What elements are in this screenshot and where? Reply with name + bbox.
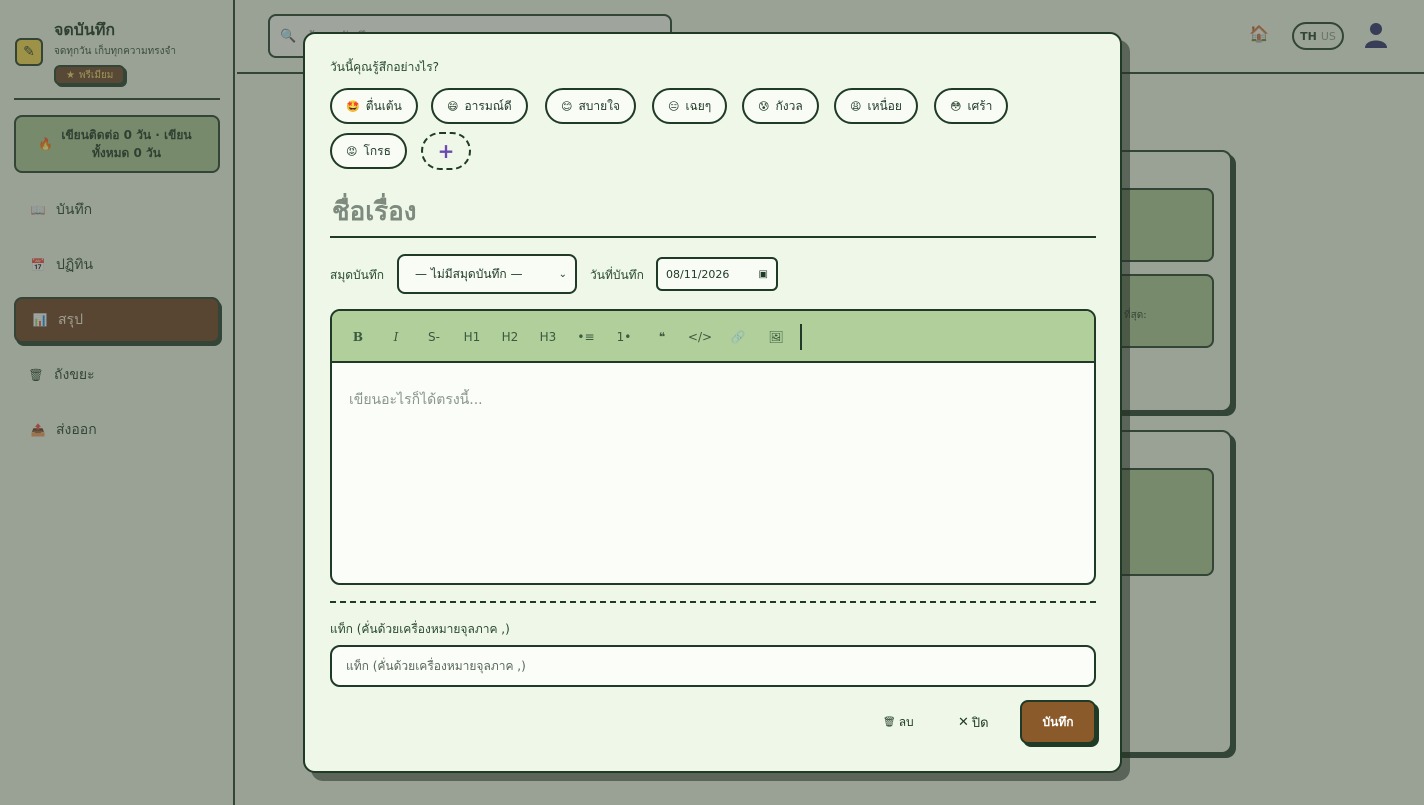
date-input[interactable]: 08/11/2026 ▣ xyxy=(656,257,778,291)
mood-tired-button[interactable]: 😩 เหนื่อย xyxy=(834,88,918,124)
mood-excited-button[interactable]: 🤩 ตื่นเต้น xyxy=(330,88,418,124)
mood-label: สบายใจ xyxy=(578,98,621,113)
angry-emoji-icon: 😡 xyxy=(346,144,358,158)
smile-emoji-icon: 😊 xyxy=(561,99,573,113)
delete-label: ลบ xyxy=(898,715,914,729)
mood-angry-button[interactable]: 😡 โกรธ xyxy=(330,133,407,169)
mood-label: กังวล xyxy=(775,98,803,113)
toolbar-divider xyxy=(800,324,802,350)
tags-input[interactable]: แท็ก (คั่นด้วยเครื่องหมายจุลภาค ,) xyxy=(330,645,1096,687)
notebook-select[interactable]: — ไม่มีสมุดบันทึก — ⌄ xyxy=(397,254,577,294)
mood-sad-button[interactable]: 😳 เศร้า xyxy=(934,88,1009,124)
editor-placeholder: เขียนอะไรก็ได้ตรงนี้... xyxy=(349,392,483,408)
code-button[interactable]: </> xyxy=(685,327,715,347)
tired-emoji-icon: 😩 xyxy=(850,99,862,113)
link-icon[interactable]: 🔗 xyxy=(723,327,753,347)
heading1-button[interactable]: H1 xyxy=(457,327,487,347)
title-input[interactable]: ชื่อเรื่อง xyxy=(330,186,1096,238)
chevron-down-icon: ⌄ xyxy=(558,268,567,280)
tags-label: แท็ก (คั่นด้วยเครื่องหมายจุลภาค ,) xyxy=(330,622,510,636)
neutral-emoji-icon: 😑 xyxy=(668,99,680,113)
sad-emoji-icon: 😳 xyxy=(950,99,962,113)
calendar-picker-icon[interactable]: ▣ xyxy=(759,269,768,280)
grin-emoji-icon: 😄 xyxy=(447,99,459,113)
mood-label: ตื่นเต้น xyxy=(365,98,402,113)
strikethrough-button[interactable]: S- xyxy=(419,327,449,347)
mood-neutral-button[interactable]: 😑 เฉยๆ xyxy=(652,88,728,124)
add-mood-button[interactable]: + xyxy=(421,132,471,170)
heading3-button[interactable]: H3 xyxy=(533,327,563,347)
close-button[interactable]: ✕ ปิด xyxy=(958,712,989,733)
italic-button[interactable]: I xyxy=(381,327,411,347)
star-eyes-emoji-icon: 🤩 xyxy=(346,99,360,113)
tags-placeholder: แท็ก (คั่นด้วยเครื่องหมายจุลภาค ,) xyxy=(346,658,526,673)
bold-button[interactable]: B xyxy=(343,327,373,347)
mood-label: เศร้า xyxy=(967,98,993,113)
mood-happy-button[interactable]: 😄 อารมณ์ดี xyxy=(431,88,528,124)
mood-label: โกรธ xyxy=(363,143,391,158)
date-value: 08/11/2026 xyxy=(666,267,730,281)
editor-toolbar: B I S- H1 H2 H3 •≡ 1• ❝ </> 🔗 🖼 xyxy=(332,311,1094,363)
mood-anxious-button[interactable]: 😰 กังวล xyxy=(742,88,819,124)
image-icon[interactable]: 🖼 xyxy=(761,327,791,347)
notebook-label: สมุดบันทึก xyxy=(330,268,385,282)
trash-icon: 🗑 xyxy=(883,717,896,728)
delete-button[interactable]: 🗑 ลบ xyxy=(883,713,914,732)
mood-label: เหนื่อย xyxy=(867,98,902,113)
close-icon: ✕ xyxy=(958,715,969,730)
anxious-emoji-icon: 😰 xyxy=(758,99,770,113)
quote-button[interactable]: ❝ xyxy=(647,327,677,347)
ordered-list-button[interactable]: 1• xyxy=(609,327,639,347)
close-label: ปิด xyxy=(971,716,989,731)
mood-question: วันนี้คุณรู้สึกอย่างไร? xyxy=(330,60,440,74)
save-button[interactable]: บันทึก xyxy=(1020,700,1096,744)
heading2-button[interactable]: H2 xyxy=(495,327,525,347)
mood-label: เฉยๆ xyxy=(685,98,712,113)
mood-label: อารมณ์ดี xyxy=(464,98,512,113)
notebook-value: — ไม่มีสมุดบันทึก — xyxy=(415,266,523,281)
bullet-list-button[interactable]: •≡ xyxy=(571,327,601,347)
rich-text-editor[interactable]: B I S- H1 H2 H3 •≡ 1• ❝ </> 🔗 🖼 เขียนอะไ… xyxy=(330,309,1096,585)
entry-modal: วันนี้คุณรู้สึกอย่างไร? 🤩 ตื่นเต้น 😄 อาร… xyxy=(303,32,1122,773)
mood-relaxed-button[interactable]: 😊 สบายใจ xyxy=(545,88,637,124)
divider xyxy=(330,601,1096,603)
date-label: วันที่บันทึก xyxy=(590,268,644,282)
